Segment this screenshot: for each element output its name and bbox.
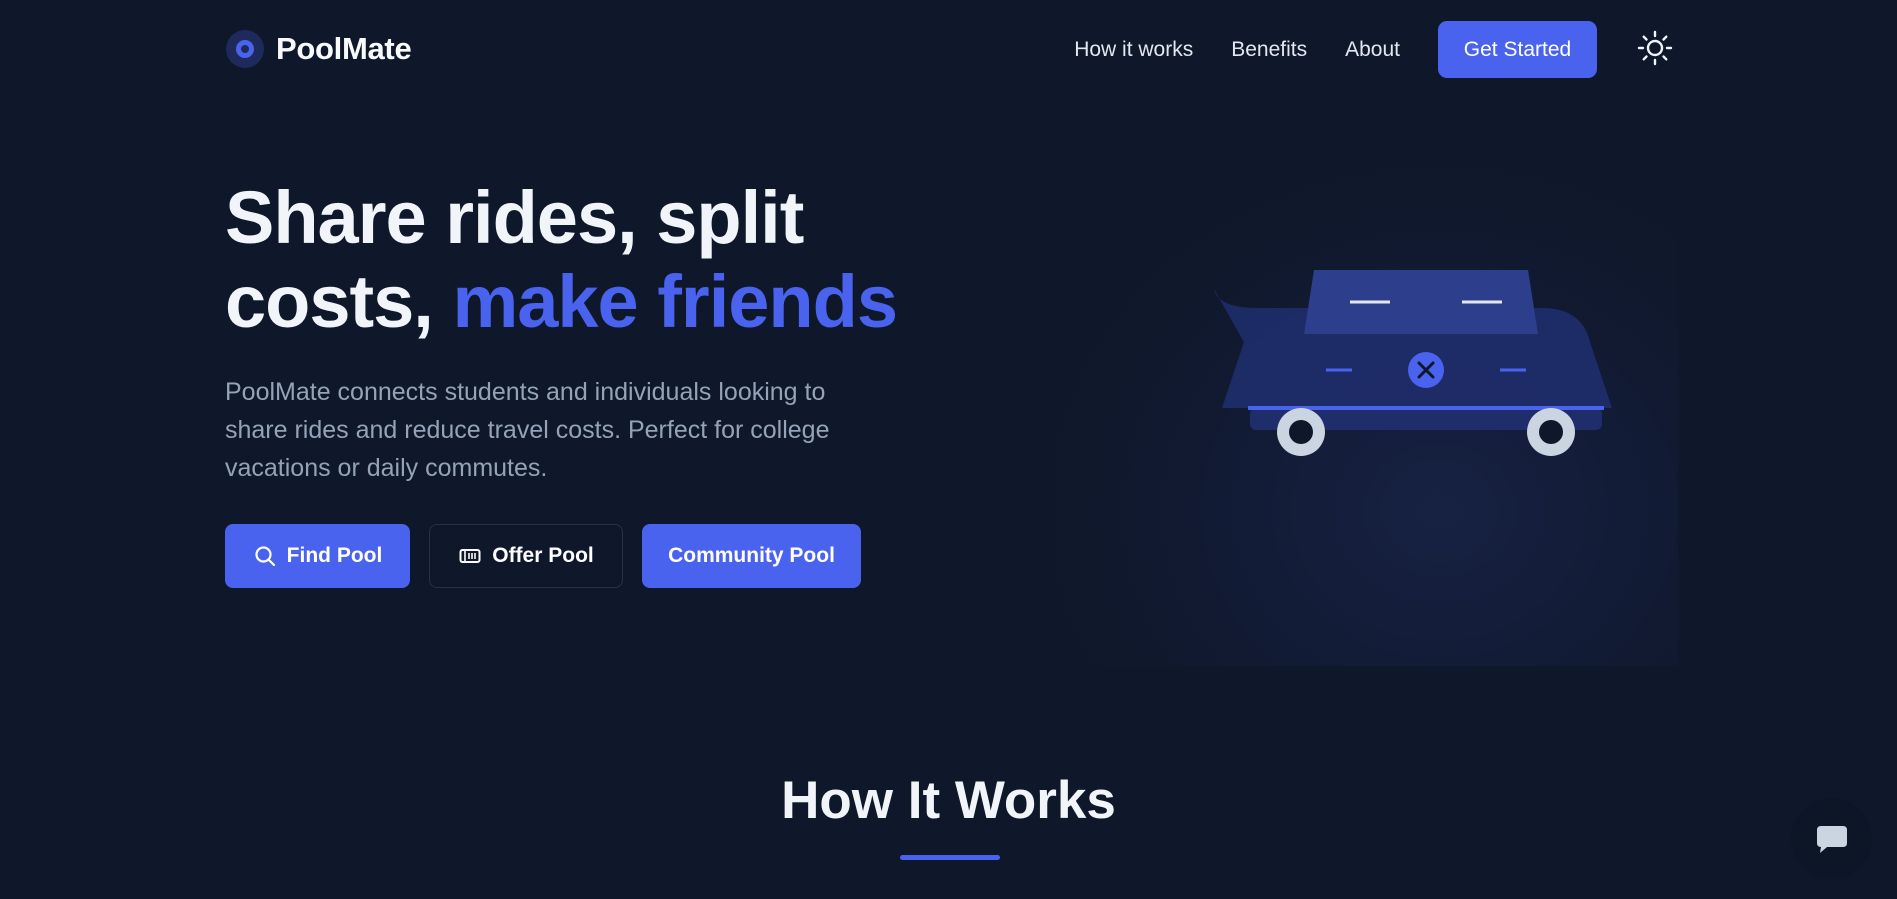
nav-links: How it works Benefits About Get Started <box>1074 21 1597 78</box>
find-pool-label: Find Pool <box>286 544 383 567</box>
logo-icon <box>226 30 264 68</box>
chat-button[interactable] <box>1791 798 1872 879</box>
top-navigation: PoolMate How it works Benefits About Get… <box>0 0 1897 100</box>
heading-underline <box>900 855 1000 860</box>
get-started-button[interactable]: Get Started <box>1438 21 1597 78</box>
nav-link-how-it-works[interactable]: How it works <box>1074 21 1193 78</box>
offer-pool-button[interactable]: Offer Pool <box>429 524 623 588</box>
theme-toggle-button[interactable] <box>1637 30 1673 66</box>
offer-pool-label: Offer Pool <box>492 544 594 567</box>
hero-title-accent: make friends <box>452 260 898 343</box>
hero-subtitle: PoolMate connects students and individua… <box>225 378 830 482</box>
hero-title: Share rides, split costs, make friends <box>225 176 985 344</box>
sun-icon <box>1637 30 1673 66</box>
nav-link-benefits[interactable]: Benefits <box>1231 21 1307 78</box>
brand-logo[interactable]: PoolMate <box>226 30 412 68</box>
chat-icon <box>1816 825 1847 853</box>
search-icon <box>255 546 275 567</box>
ticket-icon <box>459 549 481 563</box>
how-it-works-heading: How It Works <box>781 771 1116 830</box>
brand-name: PoolMate <box>276 31 412 66</box>
hero-actions: Find Pool Offer Pool Community Pool <box>225 524 861 588</box>
hero-section: Share rides, split costs, make friends P… <box>225 176 985 487</box>
community-pool-label: Community Pool <box>668 544 835 567</box>
find-pool-button[interactable]: Find Pool <box>225 524 410 588</box>
community-pool-button[interactable]: Community Pool <box>642 524 861 588</box>
car-illustration <box>1050 112 1678 666</box>
nav-link-about[interactable]: About <box>1345 21 1400 78</box>
